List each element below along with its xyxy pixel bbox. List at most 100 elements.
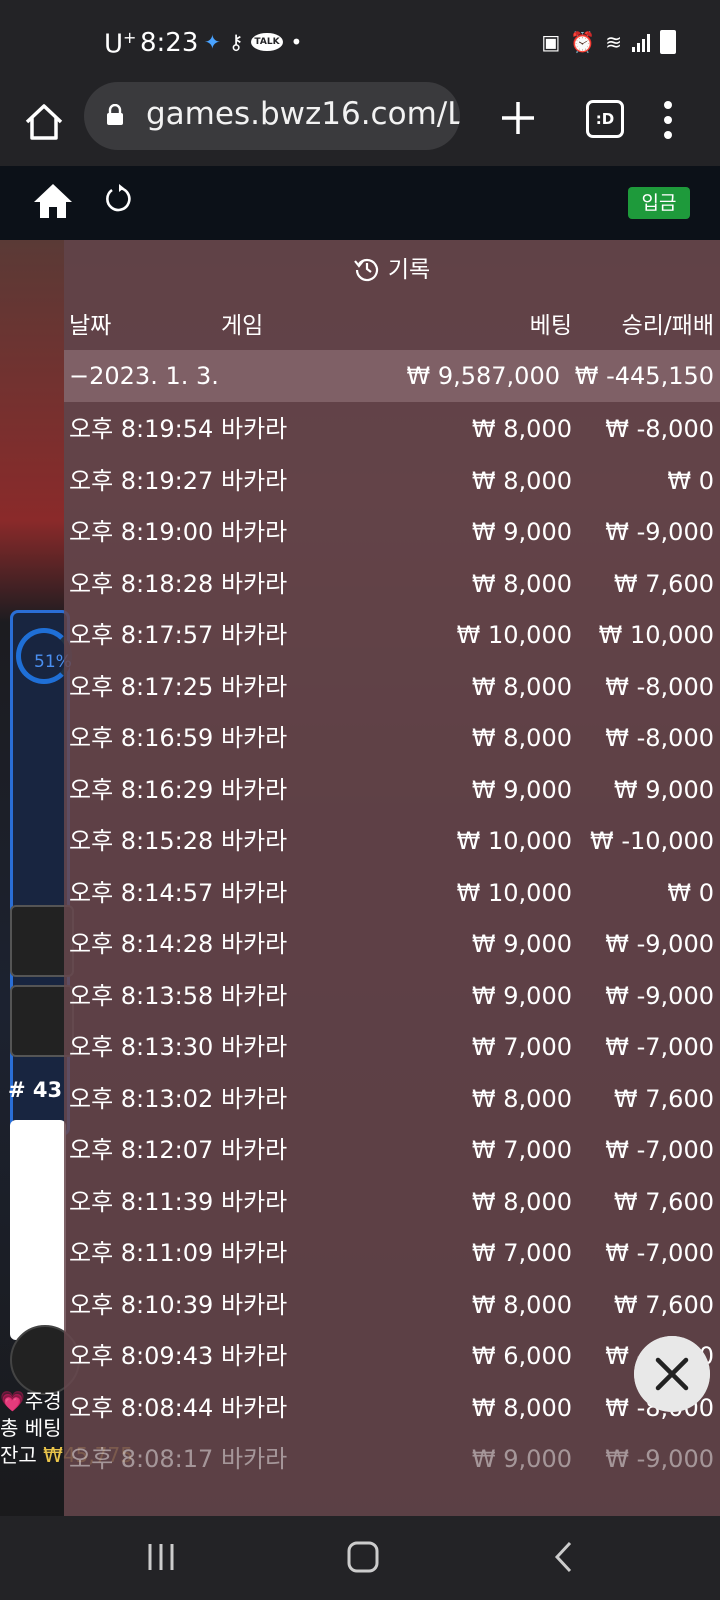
row-time: 오후 8:16:29 bbox=[69, 775, 214, 804]
row-bet: ₩ 9,000 bbox=[471, 518, 572, 546]
row-time: 오후 8:18:28 bbox=[69, 569, 214, 598]
history-row[interactable]: 오후 8:13:58 바카라 ₩ 9,000 ₩ -9,000 bbox=[64, 971, 720, 1021]
overflow-menu-icon[interactable] bbox=[660, 98, 676, 142]
row-time: 오후 8:08:17 bbox=[69, 1445, 214, 1473]
row-time: 오후 8:19:00 bbox=[69, 518, 214, 546]
history-row[interactable]: 오후 8:14:57 바카라 ₩ 10,000 ₩ 0 bbox=[64, 868, 720, 918]
row-result: ₩ 7,600 bbox=[613, 1187, 714, 1216]
recent-apps-icon[interactable] bbox=[146, 1542, 176, 1572]
row-time: 오후 8:14:57 bbox=[69, 878, 214, 907]
row-time: 오후 8:12:07 bbox=[69, 1136, 214, 1164]
history-row[interactable]: 오후 8:11:09 바카라 ₩ 7,000 ₩ -7,000 bbox=[64, 1228, 720, 1278]
tab-switcher-button[interactable]: :D bbox=[586, 100, 624, 138]
history-row[interactable]: 오후 8:19:54 바카라 ₩ 8,000 ₩ -8,000 bbox=[64, 404, 720, 454]
history-row[interactable]: 오후 8:13:30 바카라 ₩ 7,000 ₩ -7,000 bbox=[64, 1022, 720, 1072]
history-row[interactable]: 오후 8:17:57 바카라 ₩ 10,000 ₩ 10,000 bbox=[64, 610, 720, 660]
history-row[interactable]: 오후 8:12:07 바카라 ₩ 7,000 ₩ -7,000 bbox=[64, 1125, 720, 1175]
row-game: 바카라 bbox=[221, 466, 288, 495]
history-row[interactable]: 오후 8:10:39 바카라 ₩ 8,000 ₩ 7,600 bbox=[64, 1280, 720, 1330]
history-row[interactable]: 오후 8:19:00 바카라 ₩ 9,000 ₩ -9,000 bbox=[64, 507, 720, 557]
notification-icons: ✦ ⚷ TALK • bbox=[204, 30, 302, 54]
row-time: 오후 8:13:58 bbox=[69, 981, 214, 1010]
row-result: ₩ -9,000 bbox=[605, 1445, 714, 1473]
row-result: ₩ -7,000 bbox=[605, 1239, 714, 1267]
date-summary-row[interactable]: −2023. 1. 3. ₩ 9,587,000 ₩ -445,150 bbox=[64, 350, 720, 402]
row-bet: ₩ 7,000 bbox=[471, 1239, 572, 1267]
signal-icon bbox=[632, 32, 650, 52]
history-row[interactable]: 오후 8:17:25 바카라 ₩ 8,000 ₩ -8,000 bbox=[64, 662, 720, 712]
row-time: 오후 8:16:59 bbox=[69, 724, 214, 752]
row-result: ₩ 0 bbox=[667, 466, 714, 495]
history-row[interactable]: 오후 8:08:44바카라₩ 8,000₩ -8,000 bbox=[64, 1383, 720, 1433]
row-game: 바카라 bbox=[221, 775, 288, 804]
sparkle-icon: ✦ bbox=[204, 30, 221, 54]
row-game: 바카라 bbox=[221, 1342, 288, 1370]
row-result: ₩ 7,600 bbox=[613, 1290, 714, 1319]
carrier-label: U+ bbox=[104, 28, 137, 60]
column-date: 날짜 bbox=[69, 313, 112, 339]
battery-icon bbox=[660, 30, 676, 54]
new-tab-icon[interactable] bbox=[498, 98, 538, 138]
row-result: ₩ 9,000 bbox=[613, 775, 714, 804]
row-result: ₩ -8,000 bbox=[605, 724, 714, 752]
browser-toolbar: games.bwz16.com/La :D bbox=[0, 82, 720, 168]
game-top-bar: 입금 bbox=[0, 166, 720, 240]
history-title: 기록 bbox=[64, 250, 720, 290]
bet-ratio-panel bbox=[10, 610, 70, 1136]
row-bet: ₩ 8,000 bbox=[471, 466, 572, 495]
history-table-header: 날짜 게임 베팅 승리/패배 bbox=[64, 306, 720, 350]
row-bet: ₩ 8,000 bbox=[471, 1393, 572, 1422]
summary-bet: ₩ 9,587,000 bbox=[406, 362, 560, 390]
history-row[interactable]: 오후 8:19:27 바카라 ₩ 8,000 ₩ 0 bbox=[64, 456, 720, 506]
history-row[interactable]: 오후 8:15:28 바카라 ₩ 10,000 ₩ -10,000 bbox=[64, 816, 720, 866]
alarm-icon: ⏰ bbox=[570, 30, 596, 54]
row-result: ₩ 10,000 bbox=[598, 621, 714, 649]
row-time: 오후 8:17:57 bbox=[69, 621, 214, 649]
history-icon bbox=[353, 258, 378, 282]
address-bar[interactable]: games.bwz16.com/La bbox=[84, 82, 460, 150]
history-row[interactable]: 오후 8:16:59 바카라 ₩ 8,000 ₩ -8,000 bbox=[64, 713, 720, 763]
row-result: ₩ -8,000 bbox=[605, 415, 714, 443]
row-game: 바카라 bbox=[221, 518, 288, 546]
row-time: 오후 8:11:39 bbox=[69, 1187, 214, 1216]
back-nav-icon[interactable] bbox=[552, 1540, 576, 1574]
history-row[interactable]: 오후 8:09:43바카라₩ 6,000₩ -6,000 bbox=[64, 1331, 720, 1381]
history-row[interactable]: 오후 8:18:28 바카라 ₩ 8,000 ₩ 7,600 bbox=[64, 559, 720, 609]
row-bet: ₩ 9,000 bbox=[471, 981, 572, 1010]
refresh-icon[interactable] bbox=[104, 184, 134, 214]
history-row[interactable]: 오후 8:14:28 바카라 ₩ 9,000 ₩ -9,000 bbox=[64, 919, 720, 969]
row-result: ₩ -9,000 bbox=[605, 981, 714, 1010]
history-row[interactable]: 오후 8:11:39 바카라 ₩ 8,000 ₩ 7,600 bbox=[64, 1177, 720, 1227]
row-bet: ₩ 8,000 bbox=[471, 1187, 572, 1216]
row-time: 오후 8:09:43 bbox=[69, 1342, 214, 1370]
row-game: 바카라 bbox=[221, 878, 288, 907]
lobby-home-icon[interactable] bbox=[32, 182, 74, 220]
deposit-button[interactable]: 입금 bbox=[628, 187, 690, 219]
url-text: games.bwz16.com/La bbox=[146, 96, 460, 132]
row-game: 바카라 bbox=[221, 415, 288, 443]
round-number: # 43 bbox=[8, 1078, 63, 1102]
close-history-button[interactable] bbox=[634, 1336, 710, 1412]
system-icons: ▣ ⏰ ≋ bbox=[541, 30, 676, 54]
row-game: 바카라 bbox=[221, 1239, 288, 1267]
row-time: 오후 8:11:09 bbox=[69, 1239, 214, 1267]
history-row[interactable]: 오후 8:13:02 바카라 ₩ 8,000 ₩ 7,600 bbox=[64, 1074, 720, 1124]
row-result: ₩ -7,000 bbox=[605, 1136, 714, 1164]
row-time: 오후 8:13:30 bbox=[69, 1033, 214, 1061]
row-game: 바카라 bbox=[221, 621, 288, 649]
row-bet: ₩ 9,000 bbox=[471, 930, 572, 958]
lock-icon bbox=[107, 104, 123, 125]
row-game: 바카라 bbox=[221, 672, 288, 701]
row-time: 오후 8:13:02 bbox=[69, 1084, 214, 1113]
row-time: 오후 8:14:28 bbox=[69, 930, 214, 958]
history-row[interactable]: 오후 8:16:29 바카라 ₩ 9,000 ₩ 9,000 bbox=[64, 765, 720, 815]
history-row[interactable]: 오후 8:08:17 바카라 ₩ 9,000 ₩ -9,000 bbox=[64, 1434, 720, 1484]
row-time: 오후 8:17:25 bbox=[69, 672, 214, 701]
home-nav-icon[interactable] bbox=[346, 1540, 380, 1574]
row-game: 바카라 bbox=[221, 1187, 288, 1216]
browser-home-icon[interactable] bbox=[22, 100, 66, 144]
row-game: 바카라 bbox=[221, 981, 288, 1010]
row-bet: ₩ 9,000 bbox=[471, 1445, 572, 1473]
row-result: ₩ 0 bbox=[667, 878, 714, 907]
row-game: 바카라 bbox=[221, 930, 288, 958]
